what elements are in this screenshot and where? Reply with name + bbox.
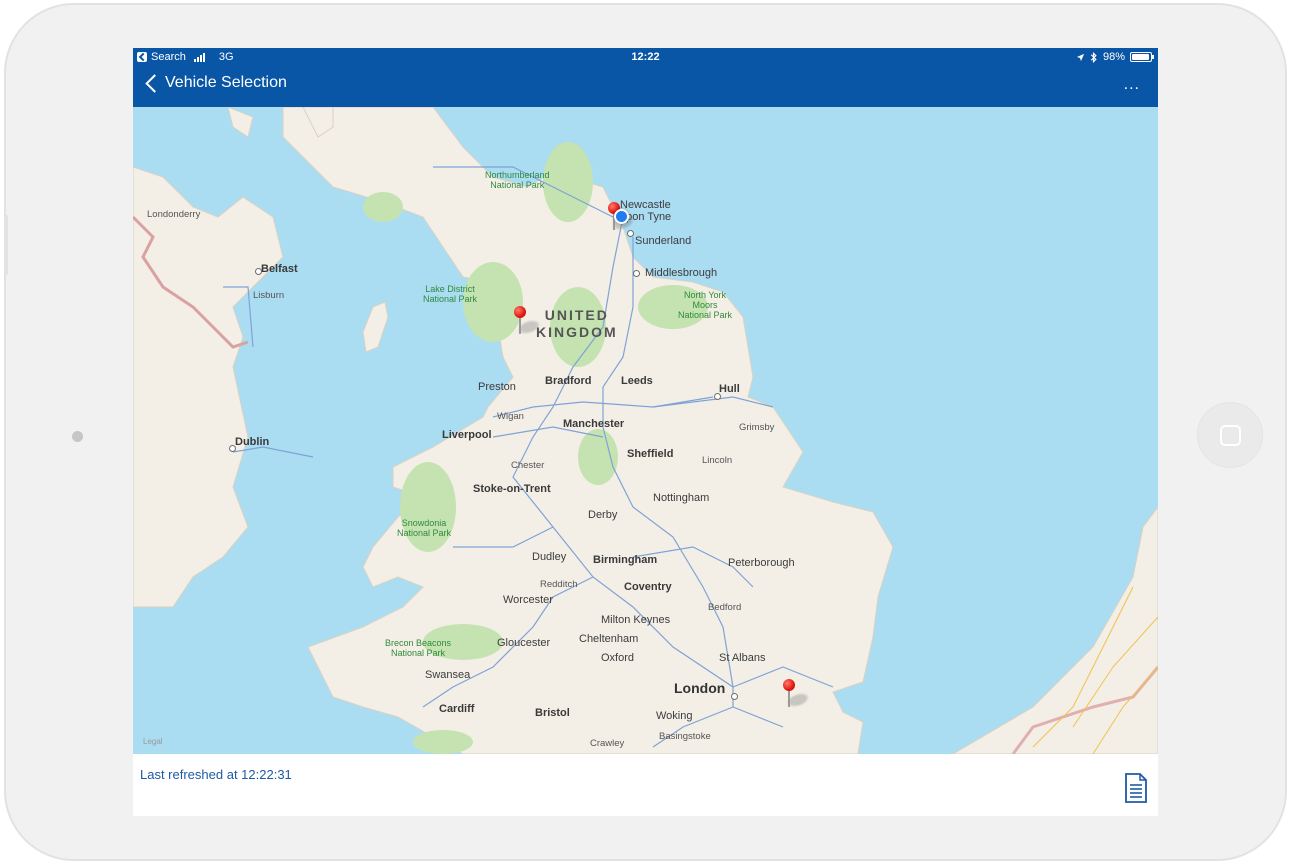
city-cardiff: Cardiff (439, 703, 475, 715)
vehicle-pin-kent[interactable] (783, 679, 811, 709)
city-lisburn: Lisburn (253, 290, 285, 301)
park-label-snowdonia: Snowdonia National Park (397, 518, 452, 538)
chevron-left-icon (145, 73, 164, 93)
park-peak (578, 429, 618, 485)
side-button (4, 215, 8, 275)
battery-percent: 98% (1102, 51, 1125, 63)
city-sunderland: Sunderland (635, 235, 692, 247)
city-wigan: Wigan (497, 411, 524, 422)
park-label-brecon: Brecon Beacons National Park (385, 638, 452, 658)
map-legal-link[interactable]: Legal (143, 736, 163, 748)
city-lincoln: Lincoln (702, 455, 733, 466)
city-basingstoke: Basingstoke (659, 731, 711, 742)
map-view[interactable]: Northumberland National Park Lake Distri… (133, 107, 1158, 754)
park-snowdonia (400, 462, 456, 552)
back-button[interactable]: Vehicle Selection (143, 73, 287, 93)
city-middlesbrough: Middlesbrough (645, 267, 718, 279)
city-nottingham: Nottingham (653, 492, 710, 504)
status-right: 98% (1076, 48, 1154, 66)
city-bradford: Bradford (545, 375, 592, 387)
city-woking: Woking (656, 710, 693, 722)
city-coventry: Coventry (624, 581, 672, 593)
city-bedford: Bedford (708, 602, 742, 613)
park-northumberland (543, 142, 593, 222)
city-dudley: Dudley (532, 551, 567, 563)
city-liverpool: Liverpool (442, 429, 492, 441)
city-peterborough: Peterborough (728, 557, 795, 569)
city-bristol: Bristol (535, 707, 570, 719)
netherlands-land (952, 506, 1158, 754)
isle-of-man (362, 301, 389, 353)
last-refreshed-label: Last refreshed at 12:22:31 (140, 767, 292, 782)
location-arrow-icon (1076, 53, 1085, 61)
country-label: UNITED KINGDOM (536, 307, 618, 340)
city-dublin: Dublin (235, 436, 270, 448)
front-camera (72, 431, 83, 442)
footer-bar: Last refreshed at 12:22:31 (133, 754, 1158, 816)
city-birmingham: Birmingham (593, 554, 658, 566)
park-label-lake-district: Lake District National Park (423, 284, 478, 304)
city-st-albans: St Albans (719, 652, 766, 664)
more-options-button[interactable]: ... (1124, 76, 1140, 94)
city-belfast: Belfast (261, 263, 298, 275)
back-button-label: Vehicle Selection (165, 74, 287, 91)
vehicle-pin-lake-district[interactable] (514, 306, 542, 336)
city-leeds: Leeds (621, 375, 653, 387)
city-londonderry: Londonderry (147, 209, 201, 220)
status-bar: Search 3G 12:22 98% (133, 48, 1158, 66)
city-dot (731, 693, 738, 700)
park-label-northumberland: Northumberland National Park (485, 170, 550, 190)
city-derby: Derby (588, 509, 618, 521)
document-icon[interactable] (1124, 773, 1148, 803)
city-dot (633, 270, 640, 277)
city-stoke: Stoke-on-Trent (473, 483, 551, 495)
city-dot (714, 393, 721, 400)
city-cheltenham: Cheltenham (579, 633, 639, 645)
bluetooth-icon (1090, 51, 1097, 63)
city-london: London (674, 680, 726, 696)
city-hull: Hull (719, 383, 740, 395)
city-chester: Chester (511, 460, 545, 471)
city-sheffield: Sheffield (627, 448, 674, 460)
home-button[interactable] (1197, 402, 1263, 468)
current-location-dot (614, 209, 629, 224)
navigation-bar: Vehicle Selection ... (133, 66, 1158, 107)
park-label-north-york: North York Moors National Park (678, 290, 733, 320)
city-worcester: Worcester (503, 594, 553, 606)
app-screen: Search 3G 12:22 98% Vehicle Selection ..… (133, 48, 1158, 816)
ireland-land (133, 166, 284, 608)
battery-icon (1130, 52, 1154, 62)
city-redditch: Redditch (540, 579, 578, 590)
status-time: 12:22 (631, 51, 660, 63)
city-dot (627, 230, 634, 237)
city-preston: Preston (478, 381, 516, 393)
city-grimsby: Grimsby (739, 422, 775, 433)
city-manchester: Manchester (563, 418, 625, 430)
home-button-icon (1220, 425, 1241, 446)
city-crawley: Crawley (590, 738, 625, 749)
city-oxford: Oxford (601, 652, 635, 664)
city-gloucester: Gloucester (497, 637, 551, 649)
city-swansea: Swansea (425, 669, 471, 681)
city-milton-keynes: Milton Keynes (601, 614, 671, 626)
